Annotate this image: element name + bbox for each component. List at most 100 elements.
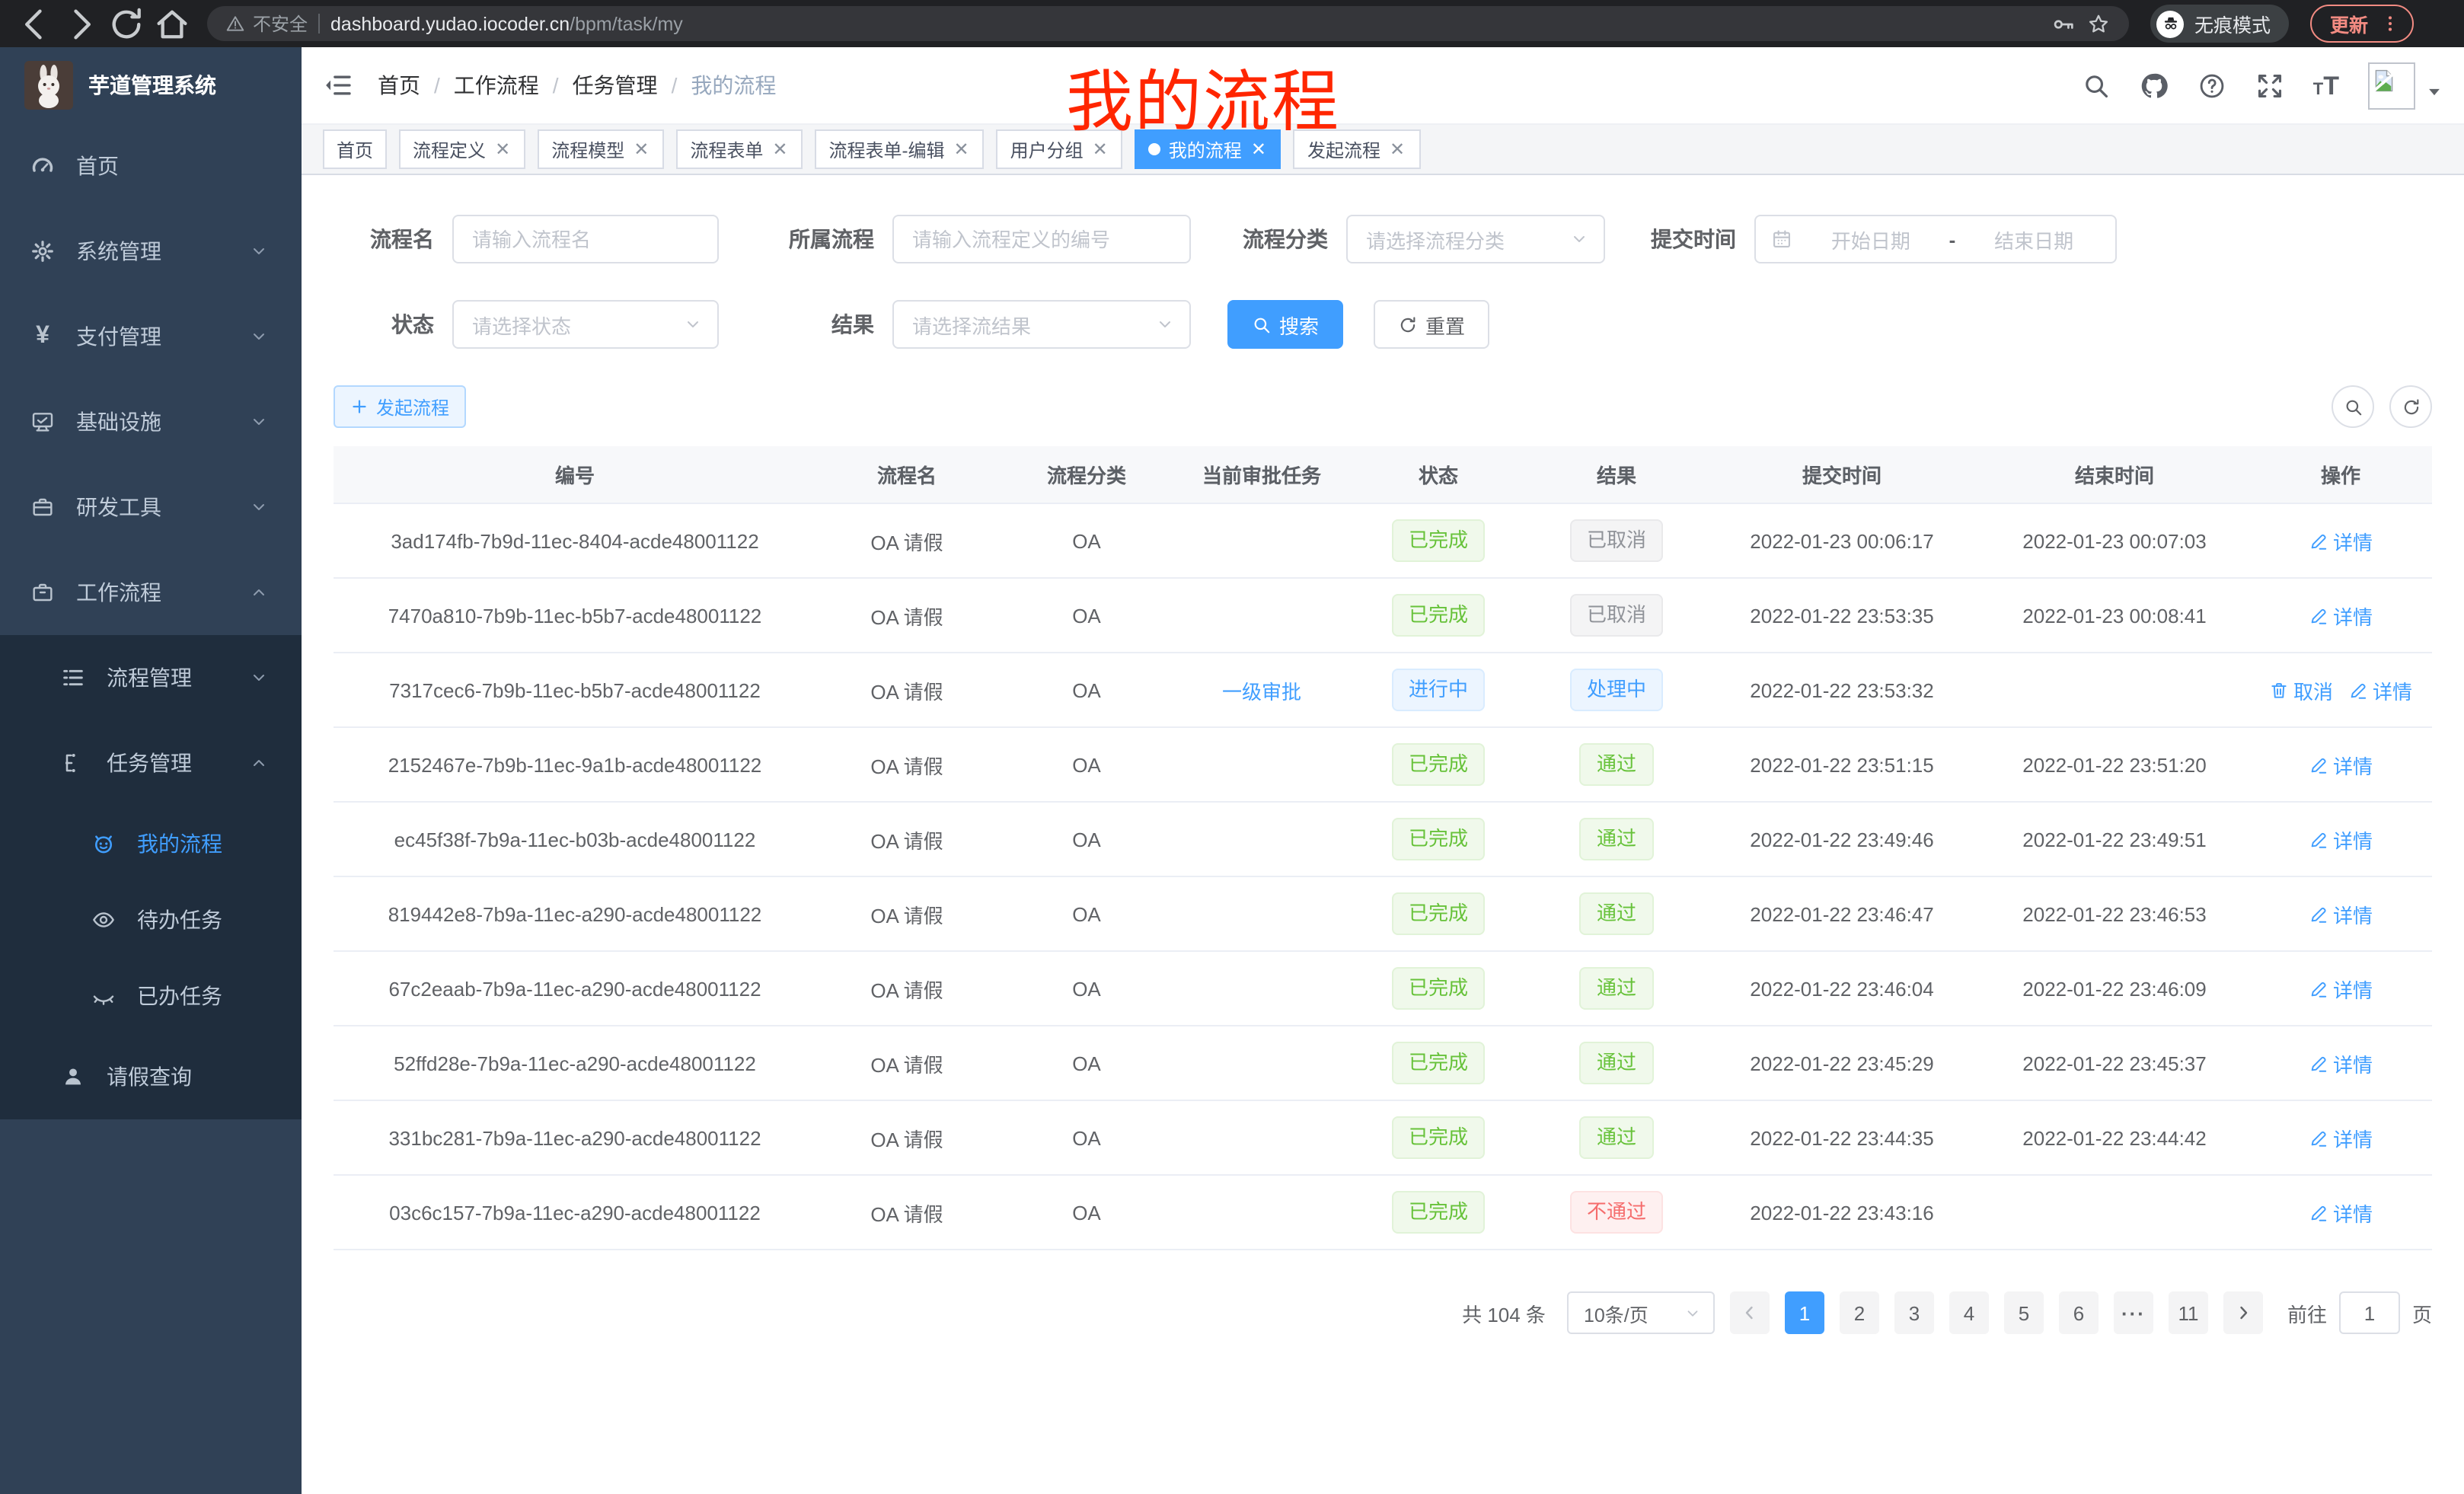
action-detail-link[interactable]: 详情 xyxy=(2309,1198,2373,1227)
page-button-11[interactable]: 11 xyxy=(2169,1291,2208,1334)
page-button-5[interactable]: 5 xyxy=(2004,1291,2044,1334)
action-detail-link[interactable]: 详情 xyxy=(2309,526,2373,555)
action-detail-link[interactable]: 详情 xyxy=(2309,825,2373,854)
close-icon[interactable]: ✕ xyxy=(632,140,650,158)
sidebar-item-3[interactable]: 基础设施 xyxy=(0,379,302,464)
action-detail-link[interactable]: 详情 xyxy=(2309,899,2373,928)
incognito-icon xyxy=(2156,10,2184,37)
github-icon[interactable] xyxy=(2140,71,2169,100)
action-detail-link[interactable]: 详情 xyxy=(2309,601,2373,630)
page-button-1[interactable]: 1 xyxy=(1785,1291,1824,1334)
page-button-6[interactable]: 6 xyxy=(2059,1291,2099,1334)
refresh-icon xyxy=(1398,314,1418,334)
result-label: 结果 xyxy=(755,309,874,340)
sidebar-item-label: 系统管理 xyxy=(76,236,250,267)
column-header-1: 流程名 xyxy=(816,460,997,489)
dashboard-icon xyxy=(30,154,55,178)
cell-submit-time: 2022-01-22 23:46:47 xyxy=(1704,902,1980,925)
chevron-up-icon xyxy=(250,583,268,602)
pager-ellipsis[interactable]: ··· xyxy=(2114,1291,2153,1334)
result-select[interactable]: 请选择流结果 xyxy=(892,300,1191,349)
close-icon[interactable]: ✕ xyxy=(493,140,512,158)
sidebar-item-1[interactable]: 系统管理 xyxy=(0,209,302,294)
create-process-button[interactable]: 发起流程 xyxy=(334,385,466,428)
security-chip[interactable]: 不安全 xyxy=(225,11,308,37)
close-icon[interactable]: ✕ xyxy=(1388,140,1406,158)
action-detail-link[interactable]: 详情 xyxy=(2348,675,2412,704)
sidebar-item-10[interactable]: 已办任务 xyxy=(0,958,302,1034)
tab-label: 流程定义 xyxy=(413,136,486,162)
sidebar-item-4[interactable]: 研发工具 xyxy=(0,464,302,550)
search-button[interactable]: 搜索 xyxy=(1227,300,1343,349)
cell-category: OA xyxy=(997,977,1176,1000)
refresh-table-button[interactable] xyxy=(2389,385,2432,428)
status-badge: 已完成 xyxy=(1392,519,1485,562)
breadcrumb-item-0[interactable]: 首页 xyxy=(378,70,420,101)
sidebar-item-7[interactable]: 任务管理 xyxy=(0,720,302,806)
tab-2[interactable]: 流程模型✕ xyxy=(538,129,664,169)
sidebar-item-8[interactable]: 我的流程 xyxy=(0,806,302,882)
help-icon[interactable] xyxy=(2197,71,2226,100)
pagination-total: 共 104 条 xyxy=(1462,1298,1546,1327)
sidebar-item-6[interactable]: 流程管理 xyxy=(0,635,302,720)
font-size-icon[interactable]: TT xyxy=(2313,72,2339,98)
logo-row[interactable]: 芋道管理系统 xyxy=(0,47,302,123)
address-bar[interactable]: 不安全 dashboard.yudao.iocoder.cn/bpm/task/… xyxy=(207,6,2129,41)
cell-status: 进行中 xyxy=(1348,669,1529,711)
home-icon[interactable] xyxy=(152,4,192,43)
page-button-2[interactable]: 2 xyxy=(1840,1291,1879,1334)
key-icon[interactable] xyxy=(2051,11,2076,36)
owner-input[interactable] xyxy=(892,215,1191,263)
cell-category: OA xyxy=(997,1126,1176,1149)
fullscreen-icon[interactable] xyxy=(2255,71,2284,100)
url-host: dashboard.yudao.iocoder.cn xyxy=(330,13,570,34)
breadcrumb-item-1[interactable]: 工作流程 xyxy=(454,70,539,101)
sidebar-item-11[interactable]: 请假查询 xyxy=(0,1034,302,1119)
sidebar-item-0[interactable]: 首页 xyxy=(0,123,302,209)
hamburger-icon[interactable] xyxy=(323,70,353,101)
result-badge: 通过 xyxy=(1580,818,1653,860)
tab-label: 流程表单-编辑 xyxy=(829,136,945,162)
time-range-picker[interactable]: 开始日期 - 结束日期 xyxy=(1754,215,2117,263)
close-icon[interactable]: ✕ xyxy=(771,140,789,158)
sidebar-item-5[interactable]: 工作流程 xyxy=(0,550,302,635)
task-link[interactable]: 一级审批 xyxy=(1222,675,1301,704)
update-button[interactable]: 更新 xyxy=(2310,5,2414,43)
reset-button[interactable]: 重置 xyxy=(1374,300,1489,349)
goto-page-input[interactable] xyxy=(2339,1291,2400,1334)
cell-id: 03c6c157-7b9a-11ec-a290-acde48001122 xyxy=(334,1201,816,1224)
breadcrumb-item-2[interactable]: 任务管理 xyxy=(573,70,658,101)
tab-3[interactable]: 流程表单✕ xyxy=(676,129,803,169)
tab-1[interactable]: 流程定义 ✕ xyxy=(399,129,525,169)
cell-actions: 详情 xyxy=(2249,974,2432,1003)
tab-0[interactable]: 首页 xyxy=(323,129,387,169)
reload-icon[interactable] xyxy=(107,4,146,43)
prev-page-button[interactable] xyxy=(1730,1291,1770,1334)
action-detail-link[interactable]: 详情 xyxy=(2309,750,2373,779)
page-button-3[interactable]: 3 xyxy=(1894,1291,1934,1334)
tab-4[interactable]: 流程表单-编辑 ✕ xyxy=(815,129,985,169)
page-size-select[interactable]: 10条/页 xyxy=(1567,1291,1715,1334)
kebab-menu-icon[interactable] xyxy=(2380,14,2400,34)
page-button-4[interactable]: 4 xyxy=(1949,1291,1989,1334)
action-detail-link[interactable]: 详情 xyxy=(2309,1049,2373,1077)
next-page-button[interactable] xyxy=(2223,1291,2263,1334)
forward-icon[interactable] xyxy=(61,4,101,43)
search-icon[interactable] xyxy=(2082,71,2111,100)
action-detail-link[interactable]: 详情 xyxy=(2309,1123,2373,1152)
name-input[interactable] xyxy=(452,215,719,263)
toggle-search-button[interactable] xyxy=(2332,385,2374,428)
sidebar-item-label: 基础设施 xyxy=(76,407,250,437)
chevron-down-icon xyxy=(250,242,268,260)
action-detail-link[interactable]: 详情 xyxy=(2309,974,2373,1003)
bookmark-star-icon[interactable] xyxy=(2086,11,2111,36)
sidebar-item-2[interactable]: ¥支付管理 xyxy=(0,294,302,379)
action-cancel-link[interactable]: 取消 xyxy=(2269,675,2333,704)
status-select[interactable]: 请选择状态 xyxy=(452,300,719,349)
pagination-goto: 前往 页 xyxy=(2287,1291,2432,1334)
sidebar-item-9[interactable]: 待办任务 xyxy=(0,882,302,958)
category-select[interactable]: 请选择流程分类 xyxy=(1346,215,1605,263)
close-icon[interactable]: ✕ xyxy=(953,140,971,158)
back-icon[interactable] xyxy=(15,4,55,43)
user-avatar[interactable] xyxy=(2368,62,2443,109)
